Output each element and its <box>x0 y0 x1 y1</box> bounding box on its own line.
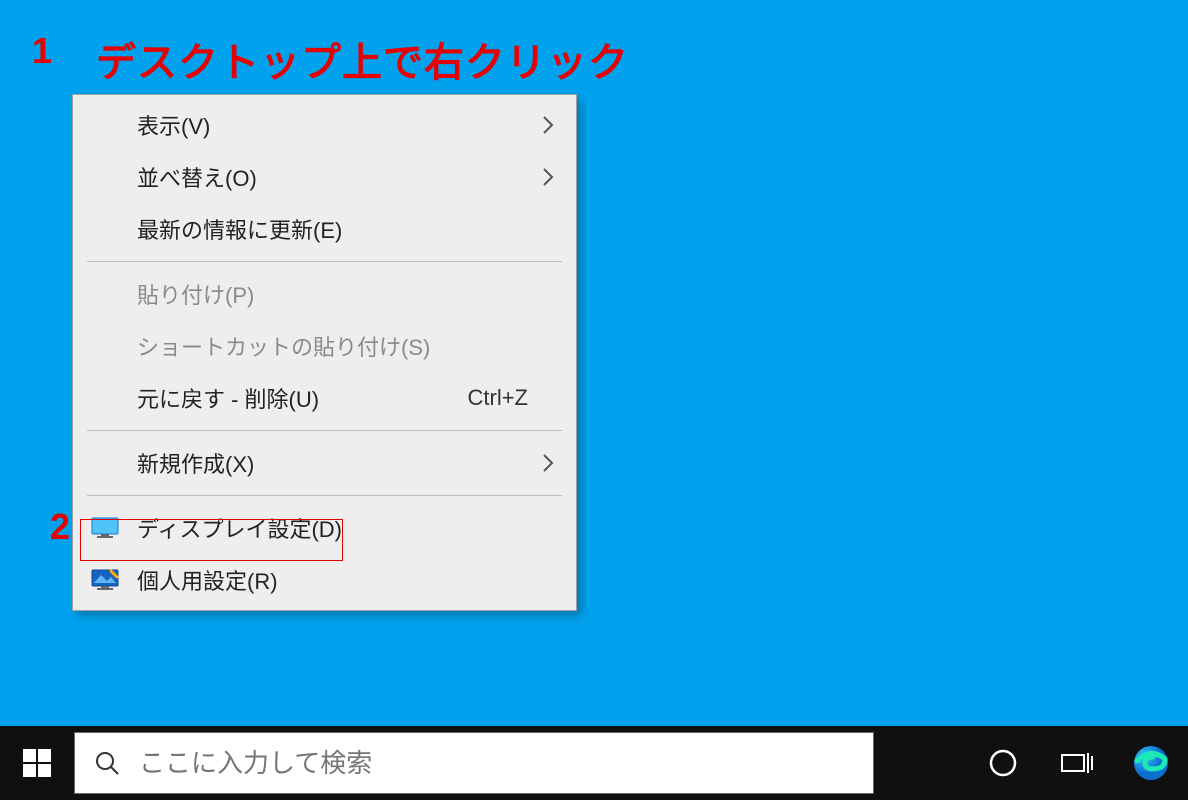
menu-label: 最新の情報に更新(E) <box>131 213 558 245</box>
menu-shortcut: Ctrl+Z <box>468 385 559 411</box>
start-button[interactable] <box>0 726 74 800</box>
taskbar-search-box[interactable] <box>74 732 874 794</box>
menu-separator <box>87 495 562 496</box>
menu-label: 表示(V) <box>131 109 538 141</box>
annotation-text-1: デスクトップ上で右クリック <box>96 30 629 88</box>
cortana-icon <box>988 748 1018 778</box>
menu-label: 並べ替え(O) <box>131 161 538 193</box>
chevron-right-icon <box>538 115 558 135</box>
menu-separator <box>87 430 562 431</box>
search-input[interactable] <box>139 748 873 779</box>
menu-label: 元に戻す - 削除(U) <box>131 382 468 414</box>
windows-logo-icon <box>23 749 51 777</box>
menu-separator <box>87 261 562 262</box>
menu-label: 個人用設定(R) <box>131 564 558 596</box>
annotation-number-1: 1 <box>32 30 53 72</box>
menu-item-sort[interactable]: 並べ替え(O) <box>75 151 574 203</box>
menu-item-display-settings[interactable]: ディスプレイ設定(D) <box>75 502 574 554</box>
edge-browser-button[interactable] <box>1114 726 1188 800</box>
menu-label: ショートカットの貼り付け(S) <box>131 330 558 362</box>
task-view-button[interactable] <box>1040 726 1114 800</box>
menu-label: ディスプレイ設定(D) <box>131 512 558 544</box>
display-icon <box>91 517 131 539</box>
menu-item-paste: 貼り付け(P) <box>75 268 574 320</box>
menu-item-new[interactable]: 新規作成(X) <box>75 437 574 489</box>
annotation-number-2: 2 <box>50 506 71 548</box>
desktop-context-menu: 表示(V) 並べ替え(O) 最新の情報に更新(E) 貼り付け(P) ショートカッ… <box>72 94 577 611</box>
menu-item-personalize[interactable]: 個人用設定(R) <box>75 554 574 606</box>
search-icon <box>75 750 139 776</box>
menu-label: 新規作成(X) <box>131 447 538 479</box>
task-view-icon <box>1060 749 1094 777</box>
chevron-right-icon <box>538 453 558 473</box>
menu-label: 貼り付け(P) <box>131 278 558 310</box>
menu-item-view[interactable]: 表示(V) <box>75 99 574 151</box>
chevron-right-icon <box>538 167 558 187</box>
menu-item-paste-shortcut: ショートカットの貼り付け(S) <box>75 320 574 372</box>
taskbar <box>0 726 1188 800</box>
menu-item-undo-delete[interactable]: 元に戻す - 削除(U) Ctrl+Z <box>75 372 574 424</box>
menu-item-refresh[interactable]: 最新の情報に更新(E) <box>75 203 574 255</box>
edge-icon <box>1131 743 1171 783</box>
cortana-button[interactable] <box>966 726 1040 800</box>
personalize-icon <box>91 569 131 591</box>
